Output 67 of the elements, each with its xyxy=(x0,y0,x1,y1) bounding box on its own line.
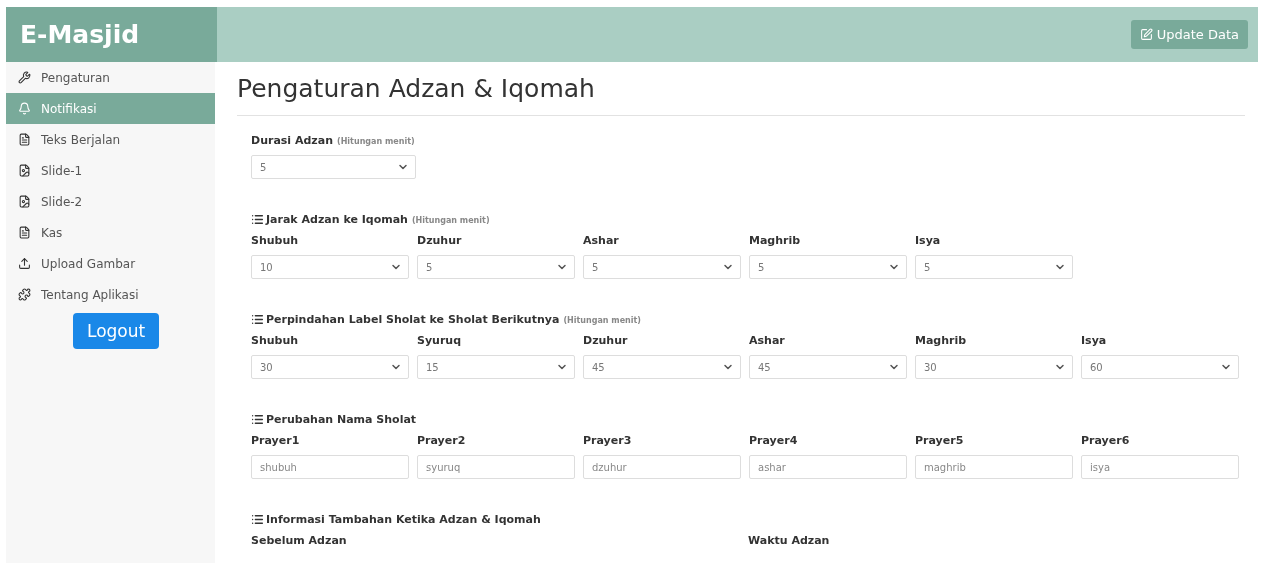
field-label: Dzuhur xyxy=(417,234,463,247)
wrench-icon xyxy=(18,71,31,84)
document-icon xyxy=(18,226,31,239)
section-title: Perubahan Nama Sholat xyxy=(266,413,417,426)
update-data-button[interactable]: Update Data xyxy=(1130,20,1248,49)
input-field[interactable]: syuruq xyxy=(417,455,575,479)
field-label: Isya xyxy=(915,234,942,247)
input-field[interactable]: maghrib xyxy=(915,455,1073,479)
list-icon xyxy=(251,213,264,226)
list-icon xyxy=(251,313,264,326)
field-label: Prayer6 xyxy=(1081,434,1131,447)
select-field[interactable]: 5 xyxy=(251,155,416,179)
sidebar-item[interactable]: Tentang Aplikasi xyxy=(6,279,215,310)
input-field[interactable]: isya xyxy=(1081,455,1239,479)
field-label: Maghrib xyxy=(915,334,968,347)
select-field[interactable]: 10 xyxy=(251,255,409,279)
brand-logo: E-Masjid xyxy=(6,7,217,62)
field-label: Isya xyxy=(1081,334,1108,347)
sidebar-item[interactable]: Notifikasi xyxy=(6,93,215,124)
image-file-icon xyxy=(18,195,31,208)
field-label: Maghrib xyxy=(749,234,802,247)
page-title: Pengaturan Adzan & Iqomah xyxy=(237,74,1245,116)
select-field[interactable]: 45 xyxy=(583,355,741,379)
select-field[interactable]: 5 xyxy=(915,255,1073,279)
field-label: Prayer3 xyxy=(583,434,633,447)
field-label: Prayer1 xyxy=(251,434,301,447)
list-icon xyxy=(251,413,264,426)
select-field[interactable]: 60 xyxy=(1081,355,1239,379)
select-field[interactable]: 30 xyxy=(915,355,1073,379)
select-field[interactable]: 15 xyxy=(417,355,575,379)
select-field[interactable]: 45 xyxy=(749,355,907,379)
input-field[interactable]: ashar xyxy=(749,455,907,479)
field-label: Prayer5 xyxy=(915,434,965,447)
sidebar-item[interactable]: Slide-1 xyxy=(6,155,215,186)
field-label: Prayer4 xyxy=(749,434,799,447)
select-field[interactable]: 5 xyxy=(583,255,741,279)
field-label: Prayer2 xyxy=(417,434,467,447)
sidebar-item[interactable]: Slide-2 xyxy=(6,186,215,217)
section-title: Perpindahan Label Sholat ke Sholat Berikutnya (Hitungan menit) xyxy=(266,313,641,326)
select-field[interactable]: 30 xyxy=(251,355,409,379)
sidebar-item[interactable]: Teks Berjalan xyxy=(6,124,215,155)
list-icon xyxy=(251,513,264,526)
sidebar-item[interactable]: Kas xyxy=(6,217,215,248)
document-icon xyxy=(18,133,31,146)
sidebar-item[interactable]: Pengaturan xyxy=(6,62,215,93)
field-label: Shubuh xyxy=(251,234,300,247)
field-label: Syuruq xyxy=(417,334,463,347)
select-field[interactable]: 5 xyxy=(417,255,575,279)
input-field[interactable]: shubuh xyxy=(251,455,409,479)
select-field[interactable]: 5 xyxy=(749,255,907,279)
section-title: Jarak Adzan ke Iqomah (Hitungan menit) xyxy=(266,213,490,226)
field-label: Durasi Adzan (Hitungan menit) xyxy=(251,134,416,147)
field-label: Dzuhur xyxy=(583,334,629,347)
upload-icon xyxy=(18,257,31,270)
field-label: Ashar xyxy=(583,234,620,247)
bell-icon xyxy=(18,102,31,115)
image-file-icon xyxy=(18,164,31,177)
field-label: Shubuh xyxy=(251,334,300,347)
logout-button[interactable]: Logout xyxy=(73,313,160,349)
field-label: Waktu Adzan xyxy=(748,534,831,547)
sidebar-item[interactable]: Upload Gambar xyxy=(6,248,215,279)
puzzle-icon xyxy=(18,288,31,301)
edit-icon xyxy=(1139,28,1153,41)
field-label: Sebelum Adzan xyxy=(251,534,348,547)
input-field[interactable]: dzuhur xyxy=(583,455,741,479)
field-label: Ashar xyxy=(749,334,786,347)
section-title: Informasi Tambahan Ketika Adzan & Iqomah xyxy=(266,513,541,526)
